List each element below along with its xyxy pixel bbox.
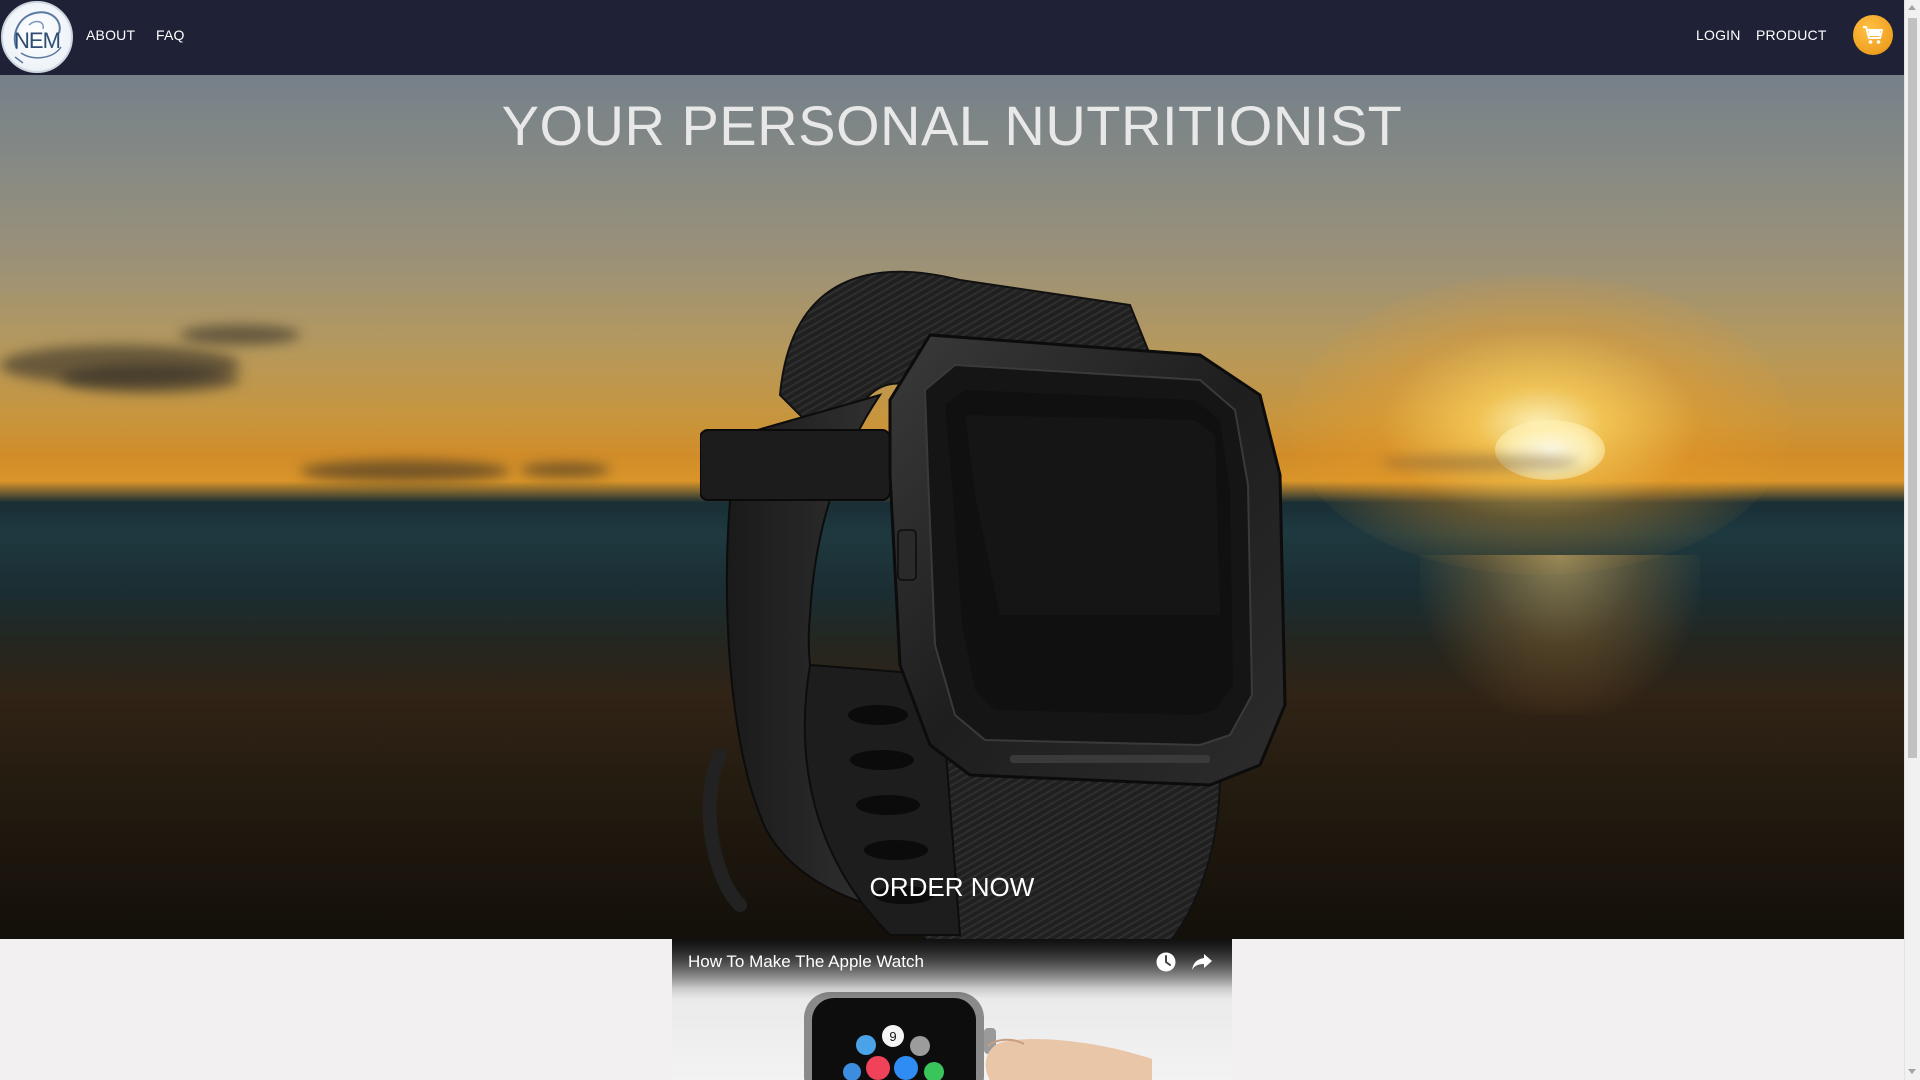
- nav-product-link[interactable]: PRODUCT: [1756, 27, 1827, 43]
- scroll-thumb[interactable]: [1908, 18, 1917, 758]
- logo-text: NEM: [14, 28, 61, 53]
- app-badge-number: 9: [889, 1029, 896, 1044]
- nem-logo[interactable]: NEM: [1, 1, 73, 73]
- cart-button[interactable]: [1853, 15, 1893, 55]
- hero-section: YOUR PERSONAL NUTRITIONIST ORDER NOW: [0, 75, 1904, 939]
- order-now-button[interactable]: ORDER NOW: [0, 872, 1904, 903]
- share-arrow-icon[interactable]: [1190, 951, 1214, 973]
- video-embed[interactable]: How To Make The Apple Watch 9: [672, 939, 1232, 1080]
- hero-title: YOUR PERSONAL NUTRITIONIST: [501, 94, 1403, 157]
- top-navbar: NEM ABOUT FAQ LOGIN PRODUCT: [0, 0, 1904, 75]
- scroll-down-arrow-icon[interactable]: [1908, 1069, 1916, 1074]
- nav-about-link[interactable]: ABOUT: [86, 27, 135, 43]
- nav-login-link[interactable]: LOGIN: [1696, 27, 1741, 43]
- shopping-cart-icon: [1863, 26, 1883, 44]
- page: NEM ABOUT FAQ LOGIN PRODUCT YOUR PERSONA…: [0, 0, 1920, 1080]
- page-scrollbar[interactable]: [1904, 0, 1920, 1080]
- video-title[interactable]: How To Make The Apple Watch: [688, 952, 924, 972]
- clock-icon[interactable]: [1155, 951, 1177, 973]
- smartwatch-image: [700, 270, 1287, 939]
- nav-faq-link[interactable]: FAQ: [156, 27, 185, 43]
- scroll-up-arrow-icon[interactable]: [1908, 5, 1916, 10]
